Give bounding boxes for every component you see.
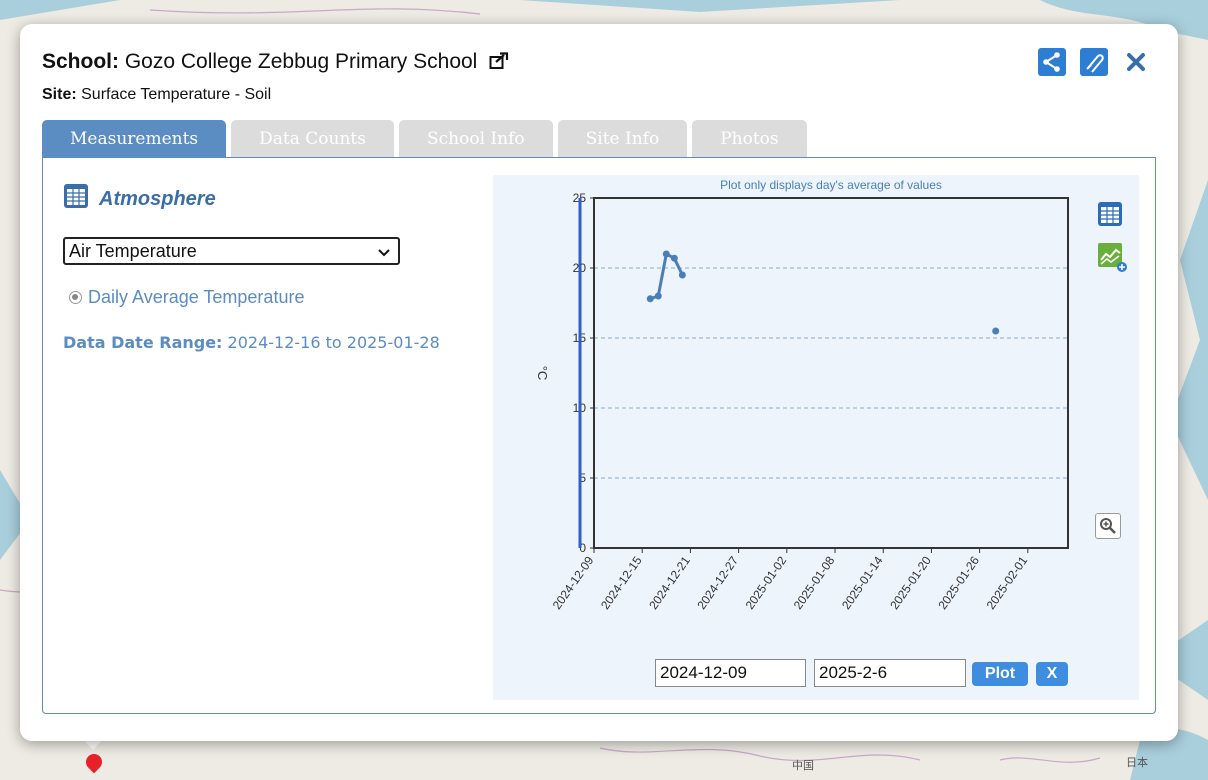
y-axis-label: °C xyxy=(535,366,550,381)
chart-area: Plot only displays day's average of valu… xyxy=(493,175,1139,700)
category-label: Atmosphere xyxy=(99,187,216,210)
x-tick-label: 2025-01-08 xyxy=(791,553,838,612)
x-tick-label: 2024-12-09 xyxy=(550,553,597,612)
x-tick-label: 2025-02-01 xyxy=(984,553,1031,612)
x-tick-label: 2024-12-27 xyxy=(694,553,741,612)
x-tick-label: 2025-01-26 xyxy=(935,553,982,612)
tab-data-counts[interactable]: Data Counts xyxy=(231,120,394,157)
measurement-select-value: Air Temperature xyxy=(69,240,197,261)
range-value: 2024-12-16 to 2025-01-28 xyxy=(227,333,440,352)
data-point xyxy=(670,254,678,262)
tab-measurements[interactable]: Measurements xyxy=(42,120,227,157)
add-chart-icon[interactable] xyxy=(1097,242,1127,277)
range-label: Data Date Range: xyxy=(63,333,223,352)
end-date-input[interactable] xyxy=(814,659,966,687)
data-point xyxy=(662,250,670,258)
measurement-select[interactable]: Air Temperature xyxy=(63,237,400,265)
school-popup: School: Gozo College Zebbug Primary Scho… xyxy=(20,24,1178,741)
data-date-range: Data Date Range: 2024-12-16 to 2025-01-2… xyxy=(63,333,440,352)
site-label: Site: xyxy=(42,86,77,103)
edit-icon[interactable] xyxy=(1080,48,1108,76)
data-point xyxy=(678,271,686,279)
header-actions xyxy=(1038,48,1150,76)
start-date-input[interactable] xyxy=(655,659,806,687)
tab-bar: Measurements Data Counts School Info Sit… xyxy=(42,120,807,157)
radio-label: Daily Average Temperature xyxy=(88,287,305,307)
data-point xyxy=(646,295,654,303)
x-tick-label: 2025-01-14 xyxy=(839,553,886,612)
zoom-icon[interactable] xyxy=(1095,513,1121,539)
x-tick-label: 2025-01-02 xyxy=(743,553,790,612)
close-icon[interactable] xyxy=(1122,48,1150,76)
chart-title: Plot only displays day's average of valu… xyxy=(720,178,942,192)
measurements-panel: Atmosphere Air Temperature Daily Average… xyxy=(42,157,1156,714)
daily-average-radio[interactable]: Daily Average Temperature xyxy=(69,287,304,308)
map-label-japan: 日本 xyxy=(1126,757,1148,769)
series-segment xyxy=(656,253,668,297)
tab-photos[interactable]: Photos xyxy=(692,120,807,157)
site-title: Site: Surface Temperature - Soil xyxy=(42,86,271,104)
line-chart[interactable]: Plot only displays day's average of valu… xyxy=(493,175,1093,645)
data-point xyxy=(992,327,1000,335)
plot-button[interactable]: Plot xyxy=(972,662,1028,686)
tab-site-info[interactable]: Site Info xyxy=(557,120,688,157)
tab-school-info[interactable]: School Info xyxy=(399,120,553,157)
data-point xyxy=(654,292,662,300)
site-name: Surface Temperature - Soil xyxy=(81,86,272,103)
map-label-china: 中国 xyxy=(792,760,814,772)
radio-button[interactable] xyxy=(69,291,82,304)
clear-button[interactable]: X xyxy=(1036,662,1068,686)
external-link-icon[interactable] xyxy=(489,52,509,76)
table-view-icon[interactable] xyxy=(1097,201,1127,232)
share-icon[interactable] xyxy=(1038,48,1066,76)
x-tick-label: 2024-12-15 xyxy=(598,553,645,612)
school-label: School: xyxy=(42,50,119,73)
school-name: Gozo College Zebbug Primary School xyxy=(124,50,478,73)
chevron-down-icon xyxy=(378,241,390,262)
plot-frame xyxy=(593,197,1069,549)
x-tick-label: 2024-12-21 xyxy=(646,553,693,612)
chart-tools xyxy=(1097,201,1127,277)
school-title: School: Gozo College Zebbug Primary Scho… xyxy=(42,50,509,76)
table-icon[interactable] xyxy=(63,183,89,215)
category-heading: Atmosphere xyxy=(63,183,216,215)
x-tick-label: 2025-01-20 xyxy=(887,553,934,612)
